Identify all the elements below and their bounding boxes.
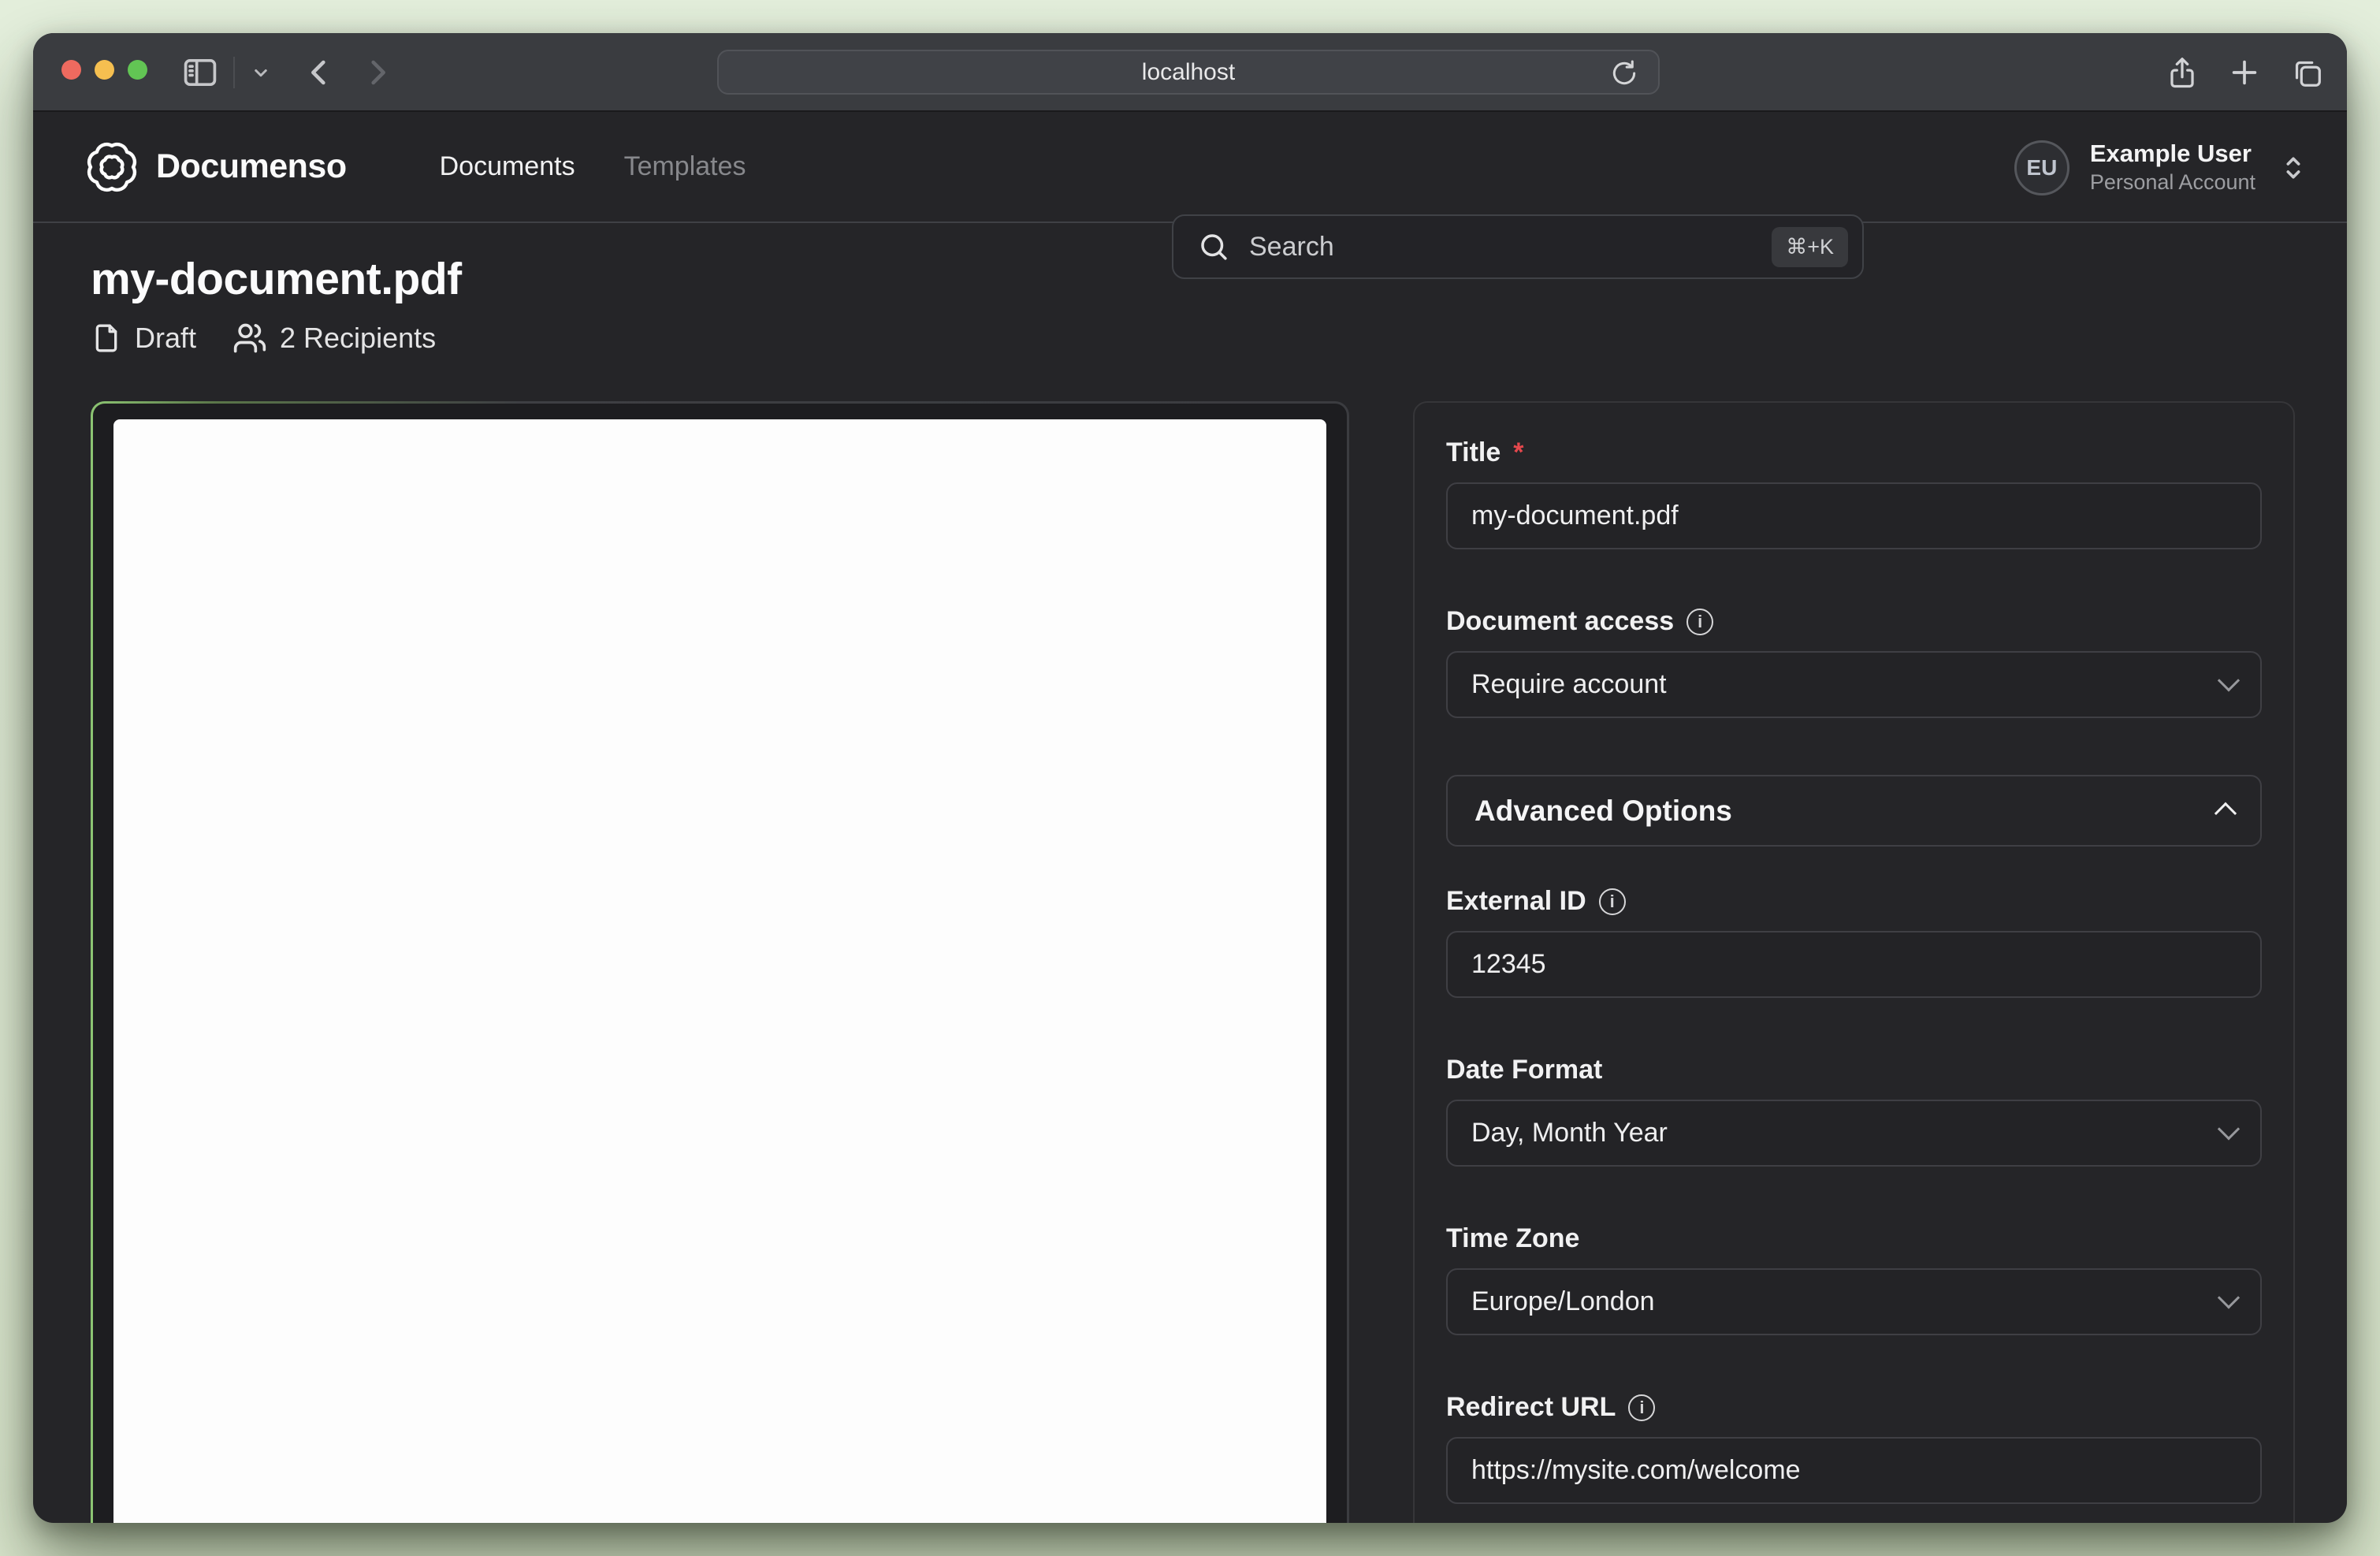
recipients-text: 2 Recipients (280, 322, 436, 355)
page-title: my-document.pdf (91, 253, 2295, 305)
info-icon[interactable]: i (1599, 888, 1626, 915)
document-access-label: Document access i (1446, 606, 2262, 637)
close-button[interactable] (61, 60, 81, 80)
new-tab-icon[interactable] (2226, 54, 2263, 91)
document-meta: Draft 2 Recipients (91, 321, 2295, 355)
account-menu[interactable]: EU Example User Personal Account (2014, 112, 2309, 223)
external-id-label-text: External ID (1446, 886, 1586, 917)
title-label-text: Title (1446, 437, 1501, 468)
title-input[interactable] (1446, 482, 2262, 549)
date-format-select[interactable]: Day, Month Year (1446, 1100, 2262, 1167)
date-format-label: Date Format (1446, 1055, 2262, 1085)
info-icon[interactable]: i (1628, 1394, 1655, 1421)
status-text: Draft (135, 322, 196, 355)
document-access-value: Require account (1471, 669, 1667, 700)
required-asterisk: * (1513, 437, 1523, 468)
nav-templates[interactable]: Templates (624, 151, 746, 182)
traffic-lights (61, 60, 147, 80)
time-zone-select[interactable]: Europe/London (1446, 1268, 2262, 1335)
advanced-options-toggle[interactable]: Advanced Options (1446, 775, 2262, 847)
status-badge: Draft (91, 322, 196, 355)
redirect-url-input[interactable] (1446, 1437, 2262, 1504)
chevron-up-icon (2215, 802, 2237, 824)
date-format-label-text: Date Format (1446, 1055, 1602, 1085)
advanced-options-label: Advanced Options (1474, 795, 1732, 828)
main-content: my-document.pdf Draft 2 Recipients (33, 223, 2347, 1523)
sidebar-dropdown-chevron-icon[interactable] (249, 61, 273, 84)
brand-name: Documenso (156, 147, 347, 186)
tab-overview-icon[interactable] (2289, 54, 2325, 91)
address-bar[interactable]: localhost (717, 50, 1660, 95)
file-icon (91, 322, 122, 354)
time-zone-label-text: Time Zone (1446, 1223, 1579, 1254)
browser-window: localhost Do (33, 33, 2347, 1523)
main-nav: Documents Templates (440, 151, 746, 182)
chevron-down-icon (2218, 1286, 2240, 1308)
external-id-label: External ID i (1446, 886, 2262, 917)
sidebar-toggle-icon[interactable] (180, 52, 221, 93)
back-button-icon[interactable] (299, 52, 340, 93)
documenso-logo-icon (87, 142, 137, 192)
redirect-url-label-text: Redirect URL (1446, 1392, 1616, 1423)
document-preview-card (91, 401, 1349, 1523)
browser-toolbar: localhost (33, 33, 2347, 112)
minimize-button[interactable] (95, 60, 114, 80)
title-field-label: Title * (1446, 437, 2262, 468)
info-icon[interactable]: i (1686, 609, 1713, 635)
reload-icon[interactable] (1609, 58, 1639, 88)
recipients-badge: 2 Recipients (232, 321, 436, 355)
document-access-select[interactable]: Require account (1446, 651, 2262, 718)
date-format-value: Day, Month Year (1471, 1118, 1668, 1148)
external-id-input[interactable] (1446, 931, 2262, 998)
time-zone-label: Time Zone (1446, 1223, 2262, 1254)
chevrons-up-down-icon (2278, 152, 2309, 184)
users-icon (232, 321, 267, 355)
time-zone-value: Europe/London (1471, 1286, 1655, 1317)
chevron-down-icon (2218, 1118, 2240, 1140)
chevron-down-icon (2218, 669, 2240, 691)
document-access-label-text: Document access (1446, 606, 1674, 637)
avatar: EU (2014, 140, 2069, 195)
app-header: Documenso Documents Templates Search ⌘+K… (33, 112, 2347, 223)
nav-documents[interactable]: Documents (440, 151, 575, 182)
account-type: Personal Account (2090, 169, 2255, 196)
redirect-url-label: Redirect URL i (1446, 1392, 2262, 1423)
account-name: Example User (2090, 139, 2255, 169)
toolbar-divider (233, 57, 235, 88)
share-icon[interactable] (2164, 54, 2200, 91)
pdf-page[interactable] (113, 419, 1326, 1523)
zoom-button[interactable] (128, 60, 147, 80)
document-settings-panel: Title * Document access i Require accoun… (1413, 401, 2295, 1523)
url-text: localhost (1142, 59, 1235, 86)
forward-button-icon[interactable] (356, 52, 397, 93)
brand[interactable]: Documenso (87, 142, 347, 192)
